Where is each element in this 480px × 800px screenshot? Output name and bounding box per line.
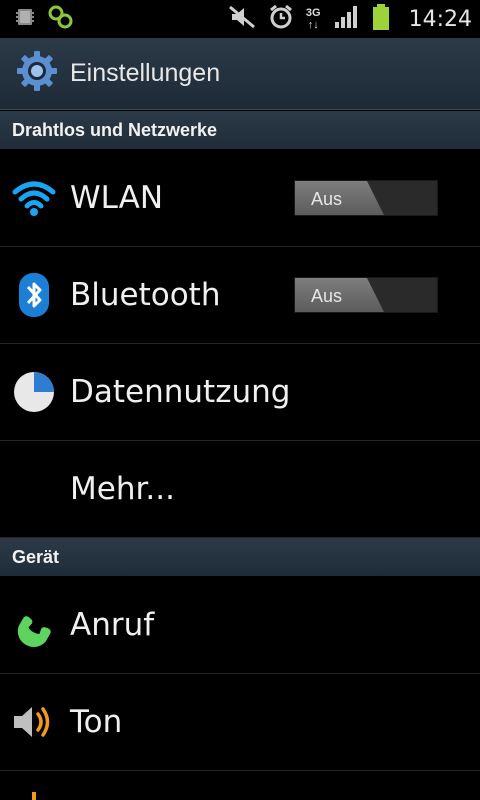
settings-item-more[interactable]: Mehr... [0,441,480,538]
section-title: Gerät [12,546,60,567]
page-title: Einstellungen [70,59,221,87]
status-bar: 3G ↑↓ 14:24 [0,0,480,38]
wlan-toggle[interactable]: Aus [294,180,438,216]
settings-item-label: Ton [70,704,123,740]
signal-icon [333,4,359,35]
status-bar-clock: 14:24 [408,6,472,32]
toggle-state-label: Aus [311,189,343,209]
settings-item-call[interactable]: Anruf [0,577,480,674]
settings-item-data-usage[interactable]: Datennutzung [0,344,480,441]
notification-app-icon [48,5,74,34]
data-usage-icon [9,367,59,417]
settings-item-label: Mehr... [70,471,175,507]
settings-item-sound[interactable]: Ton [0,674,480,771]
battery-icon [371,3,391,36]
phone-icon [9,600,59,650]
action-bar: Einstellungen [0,38,480,110]
speaker-icon [9,697,59,747]
sd-card-icon [14,6,36,33]
settings-item-label: Datennutzung [70,374,291,410]
settings-item-label: Anruf [70,607,155,643]
bluetooth-icon [9,270,59,320]
section-header-wireless: Drahtlos und Netzwerke [0,111,480,149]
section-header-device: Gerät [0,538,480,576]
mute-icon [228,5,256,34]
settings-item-wlan[interactable]: WLAN Aus [0,150,480,247]
settings-gear-icon[interactable] [16,50,58,97]
network-type-indicator: 3G ↑↓ [305,7,321,31]
section-title: Drahtlos und Netzwerke [12,119,218,140]
partial-next-item-icon [32,792,36,800]
alarm-icon [268,4,294,35]
wifi-icon [9,173,59,223]
settings-item-label: WLAN [70,180,164,216]
bluetooth-toggle[interactable]: Aus [294,277,438,313]
toggle-state-label: Aus [311,286,343,306]
settings-item-label: Bluetooth [70,277,221,313]
settings-item-bluetooth[interactable]: Bluetooth Aus [0,247,480,344]
